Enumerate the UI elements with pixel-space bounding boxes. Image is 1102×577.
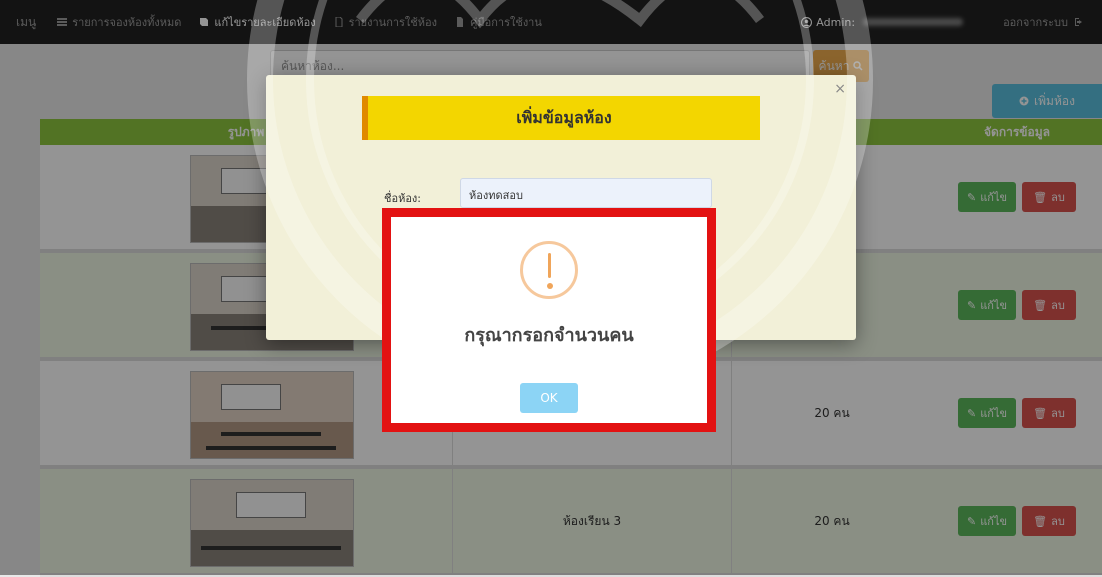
room-name-label: ชื่อห้อง: [384, 192, 422, 205]
modal-title: เพิ่มข้อมูลห้อง [362, 96, 760, 140]
room-name-field[interactable]: ห้องทดสอบ [460, 178, 712, 208]
warning-icon [520, 241, 578, 299]
alert-title: กรุณากรอกจำนวนคน [464, 325, 634, 346]
ok-button[interactable]: OK [520, 383, 578, 413]
warning-icon-dot [547, 283, 553, 289]
warning-icon-bar [548, 253, 551, 278]
alert-dialog: กรุณากรอกจำนวนคน OK [391, 217, 707, 423]
close-icon[interactable]: × [834, 81, 846, 97]
alert-highlight-frame: กรุณากรอกจำนวนคน OK [382, 208, 716, 432]
